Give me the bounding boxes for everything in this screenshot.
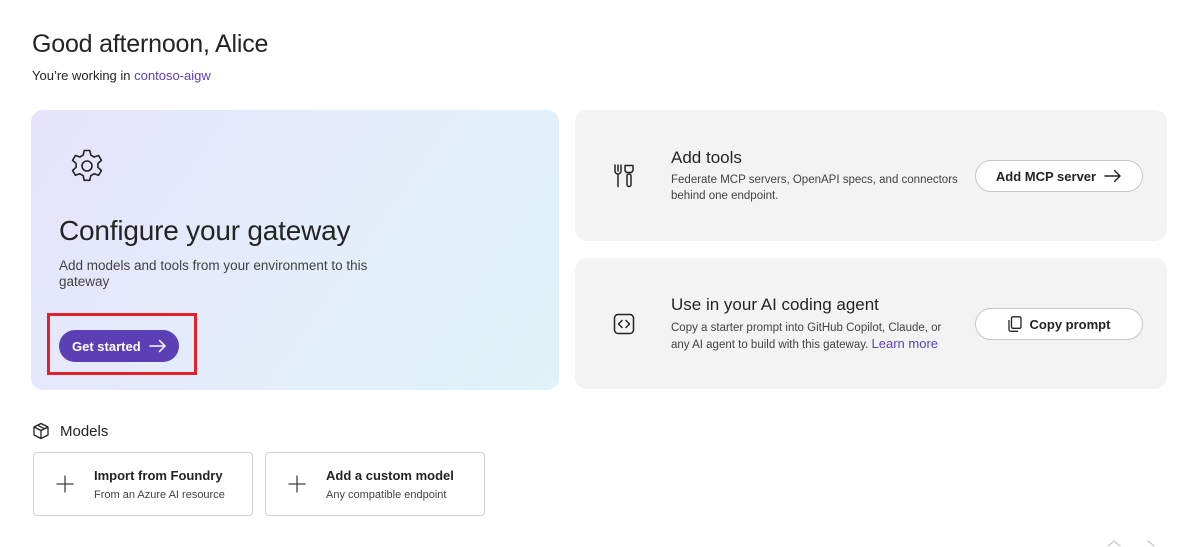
coding-agent-title: Use in your AI coding agent [671, 295, 879, 314]
copy-prompt-label: Copy prompt [1029, 316, 1111, 332]
add-mcp-server-label: Add MCP server [995, 168, 1097, 184]
add-tools-title: Add tools [671, 148, 742, 167]
get-started-button[interactable]: Get started [59, 330, 179, 362]
coding-agent-card: Use in your AI coding agent Copy a start… [575, 258, 1167, 389]
add-tools-description: Federate MCP servers, OpenAPI specs, and… [671, 174, 958, 202]
workspace-info: You’re working in contoso-aigw [32, 68, 211, 83]
hero-title: Configure your gateway [59, 215, 351, 246]
hero-description: Add models and tools from your environme… [59, 258, 368, 289]
gear-icon [71, 149, 103, 182]
page-greeting: Good afternoon, Alice [32, 30, 269, 58]
carousel-chevrons-icon[interactable] [1100, 532, 1170, 547]
coding-agent-description: Copy a starter prompt into GitHub Copilo… [671, 320, 961, 353]
configure-gateway-card: Configure your gateway Add models and to… [31, 110, 559, 390]
add-tools-card: Add tools Federate MCP servers, OpenAPI … [575, 110, 1167, 241]
add-mcp-server-button[interactable]: Add MCP server [975, 160, 1143, 192]
arrow-right-icon [1104, 169, 1121, 183]
code-icon [613, 313, 635, 335]
tile-title: Import from Foundry [94, 468, 223, 483]
import-from-foundry-tile[interactable]: Import from Foundry From an Azure AI res… [33, 452, 253, 516]
learn-more-link[interactable]: Learn more [872, 336, 938, 351]
tile-subtitle: From an Azure AI resource [94, 489, 225, 501]
copy-prompt-button[interactable]: Copy prompt [975, 308, 1143, 340]
copy-icon [1007, 316, 1022, 332]
models-section-title: Models [60, 422, 109, 440]
tools-icon [614, 164, 634, 188]
arrow-right-icon [148, 339, 166, 353]
cube-icon [33, 422, 49, 440]
tile-title: Add a custom model [326, 468, 454, 483]
add-custom-model-tile[interactable]: Add a custom model Any compatible endpoi… [265, 452, 485, 516]
get-started-label: Get started [72, 338, 141, 354]
models-section-header: Models [32, 422, 108, 440]
tile-subtitle: Any compatible endpoint [326, 489, 447, 501]
workspace-link[interactable]: contoso-aigw [134, 68, 211, 83]
plus-icon [56, 475, 74, 493]
workspace-prefix: You’re working in [32, 68, 135, 83]
plus-icon [288, 475, 306, 493]
